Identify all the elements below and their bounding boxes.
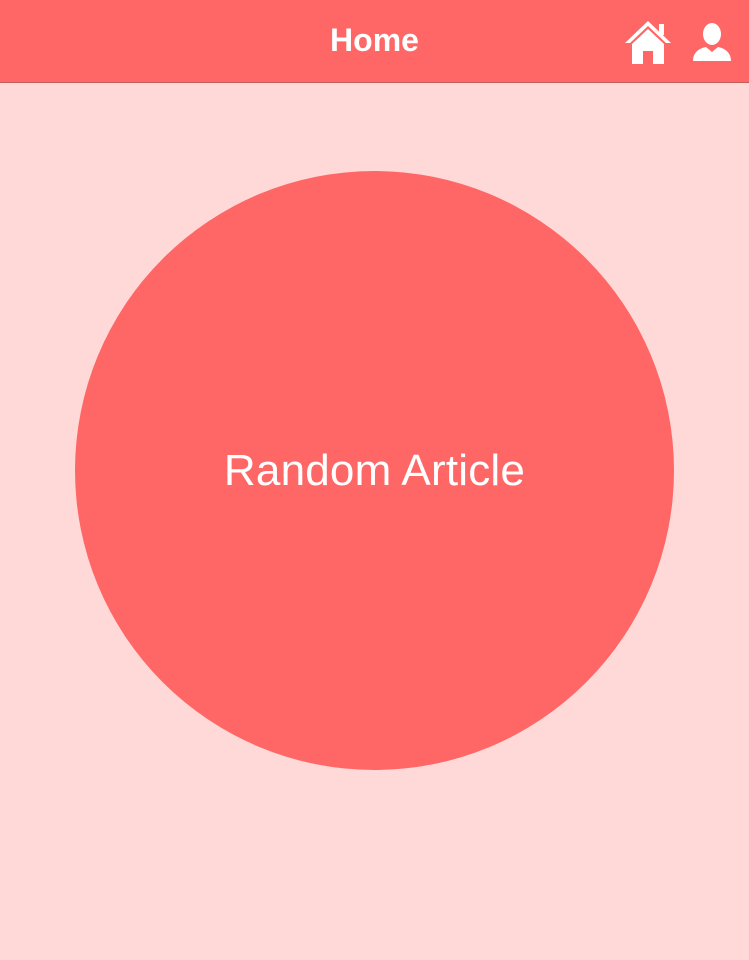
user-icon [691, 21, 733, 63]
random-article-button[interactable]: Random Article [75, 171, 674, 770]
navigation-bar: Home [0, 0, 749, 83]
profile-button[interactable] [684, 14, 740, 70]
random-article-label: Random Article [223, 445, 526, 495]
home-icon [623, 19, 673, 65]
home-button[interactable] [620, 14, 676, 70]
